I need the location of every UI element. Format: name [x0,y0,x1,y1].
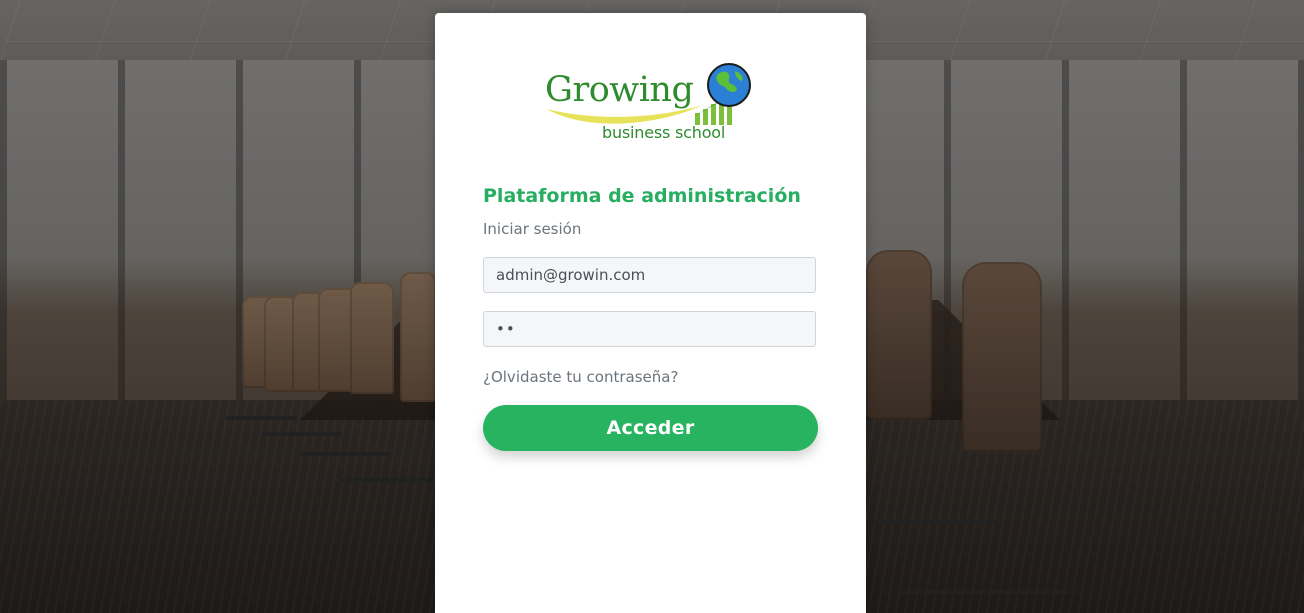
brand-logo: Growing business school [545,61,755,147]
globe-icon [707,63,751,107]
login-page: Growing business school Plataforma de ad… [0,0,1304,613]
email-field[interactable] [483,257,816,293]
page-title: Plataforma de administración [483,185,801,207]
login-subtitle: Iniciar sesión [483,220,582,238]
logo-tagline: business school [602,123,726,142]
forgot-password-link[interactable]: ¿Olvidaste tu contraseña? [483,368,678,386]
login-card: Growing business school Plataforma de ad… [435,13,866,613]
password-field[interactable] [483,311,816,347]
login-button[interactable]: Acceder [483,405,818,451]
logo-wordmark: Growing [545,70,694,110]
